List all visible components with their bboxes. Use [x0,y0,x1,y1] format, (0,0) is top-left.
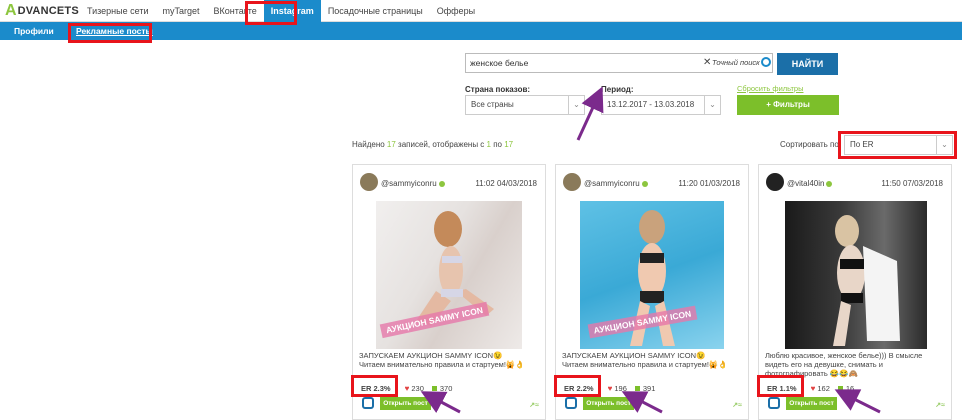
arrow-er-1 [420,391,461,414]
arrow-er-3 [834,389,881,414]
annotation-arrows [420,86,881,414]
arrow-er-2 [621,391,663,414]
arrow-period [576,86,604,141]
